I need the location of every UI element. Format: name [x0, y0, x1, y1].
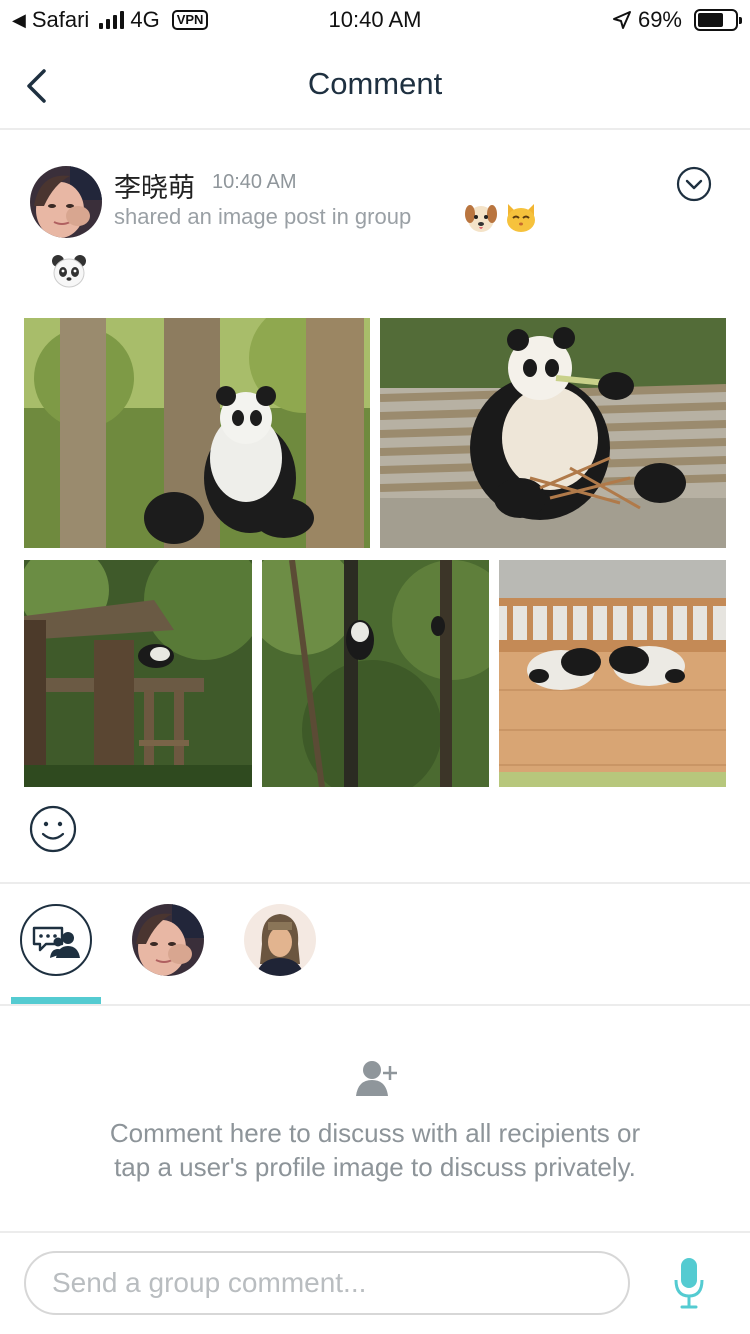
battery-fill	[698, 13, 723, 27]
photo-panda-eating-bamboo[interactable]	[380, 318, 726, 548]
location-arrow-icon	[612, 11, 631, 29]
photo-wooden-platform-in-forest[interactable]	[24, 560, 252, 787]
divider	[0, 1004, 750, 1006]
recipient-avatar-1[interactable]	[132, 904, 204, 976]
empty-state-message: Comment here to discuss with all recipie…	[109, 1118, 641, 1182]
add-user-icon	[356, 1061, 397, 1096]
divider	[0, 1231, 750, 1233]
photo-panda-in-tree[interactable]	[24, 318, 370, 548]
tab-group-chat[interactable]	[20, 904, 92, 976]
smiley-icon[interactable]	[28, 804, 78, 854]
battery-icon	[694, 9, 742, 31]
post-timestamp: 10:40 AM	[212, 171, 297, 193]
battery-percent: 69%	[637, 7, 682, 32]
panda-face-emoji	[52, 255, 86, 288]
photo-panda-climbing-tree[interactable]	[262, 560, 489, 787]
microphone-icon[interactable]	[674, 1256, 704, 1310]
chevron-down-circle-icon[interactable]	[676, 166, 712, 202]
shared-description: shared an image post in group	[114, 204, 412, 229]
recipient-avatar-2[interactable]	[244, 904, 316, 976]
divider	[0, 882, 750, 884]
status-bar: ◀ Safari 4G VPN 10:40 AM 69%	[0, 0, 750, 40]
author-avatar[interactable]	[30, 166, 102, 238]
group-chat-icon	[32, 926, 80, 958]
cat-face-emoji	[507, 204, 535, 232]
author-name[interactable]: 李晓萌	[114, 166, 195, 205]
page-title: Comment	[307, 66, 443, 101]
nav-bar: Comment	[0, 40, 750, 130]
photo-panda-cubs-sleeping[interactable]	[499, 560, 726, 787]
comment-input[interactable]: Send a group comment...	[24, 1251, 630, 1315]
dog-face-emoji	[465, 205, 497, 232]
